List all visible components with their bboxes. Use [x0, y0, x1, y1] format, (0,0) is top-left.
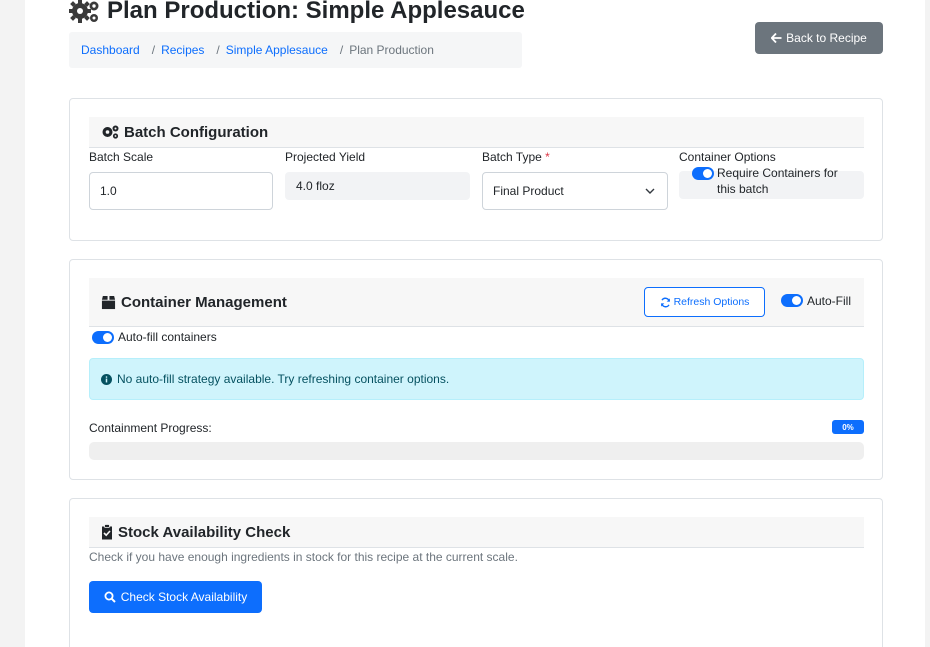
breadcrumb-separator: /	[339, 43, 344, 57]
refresh-options-button[interactable]: Refresh Options	[644, 287, 765, 317]
back-to-recipe-button[interactable]: Back to Recipe	[755, 22, 883, 54]
batch-type-selected: Final Product	[493, 184, 564, 198]
container-mgmt-title: Container Management	[121, 293, 287, 311]
auto-fill-label: Auto-Fill	[807, 294, 852, 308]
batch-scale-label: Batch Scale	[89, 150, 154, 164]
require-containers-label: Require Containers for this batch	[717, 166, 838, 196]
container-options-label: Container Options	[679, 150, 776, 164]
check-stock-label: Check Stock Availability	[120, 590, 248, 604]
batch-config-card: Batch Configuration Batch Scale 1.0 Proj…	[69, 98, 883, 241]
auto-fill-toggle[interactable]	[781, 294, 803, 307]
box-icon	[101, 295, 116, 309]
batch-scale-input[interactable]: 1.0	[89, 172, 273, 210]
page-title: Plan Production: Simple Applesauce	[69, 0, 525, 25]
check-stock-button[interactable]: Check Stock Availability	[89, 581, 262, 613]
container-mgmt-card: Container Management Refresh Options Aut…	[69, 259, 883, 480]
stock-check-title: Stock Availability Check	[118, 523, 291, 541]
chevron-down-icon	[645, 188, 655, 194]
back-button-label: Back to Recipe	[786, 31, 867, 45]
search-icon	[104, 591, 116, 603]
auto-fill-containers-label: Auto-fill containers	[118, 330, 217, 344]
required-mark: *	[545, 150, 550, 164]
containment-progress-label: Containment Progress:	[89, 421, 212, 435]
breadcrumb-separator: /	[216, 43, 220, 57]
batch-config-title: Batch Configuration	[124, 123, 269, 141]
info-circle-icon	[101, 373, 112, 385]
batch-type-select[interactable]: Final Product	[482, 172, 668, 210]
arrow-left-icon	[771, 33, 782, 43]
gears-icon	[69, 0, 99, 23]
projected-yield-field: 4.0 floz	[285, 172, 470, 200]
clipboard-check-icon	[102, 524, 112, 540]
batch-scale-value: 1.0	[100, 184, 117, 198]
page-title-text: Plan Production: Simple Applesauce	[107, 0, 525, 24]
breadcrumb-separator: /	[151, 43, 156, 57]
auto-fill-containers-toggle[interactable]	[92, 331, 114, 344]
stock-check-card: Stock Availability Check Check if you ha…	[69, 498, 883, 647]
gears-icon	[102, 125, 119, 139]
breadcrumb-recipes[interactable]: Recipes	[161, 43, 204, 57]
breadcrumb-current: Plan Production	[349, 43, 434, 57]
breadcrumb-dashboard[interactable]: Dashboard	[81, 43, 140, 57]
breadcrumb-recipe[interactable]: Simple Applesauce	[226, 43, 328, 57]
batch-type-label: Batch Type *	[482, 150, 550, 164]
progress-badge: 0%	[832, 420, 864, 434]
refresh-options-label: Refresh Options	[673, 296, 750, 308]
info-message: No auto-fill strategy available. Try ref…	[117, 372, 450, 386]
containment-progress-bar	[89, 442, 864, 460]
batch-config-header: Batch Configuration	[89, 117, 864, 148]
breadcrumb: Dashboard / Recipes / Simple Applesauce …	[69, 32, 522, 68]
stock-check-description: Check if you have enough ingredients in …	[89, 550, 518, 564]
stock-check-header: Stock Availability Check	[89, 517, 864, 548]
refresh-icon	[660, 297, 670, 307]
info-alert: No auto-fill strategy available. Try ref…	[89, 358, 864, 400]
projected-yield-label: Projected Yield	[285, 150, 366, 164]
projected-yield-value: 4.0 floz	[296, 179, 335, 193]
batch-type-label-text: Batch Type	[482, 150, 542, 164]
require-containers-toggle[interactable]	[692, 167, 714, 180]
